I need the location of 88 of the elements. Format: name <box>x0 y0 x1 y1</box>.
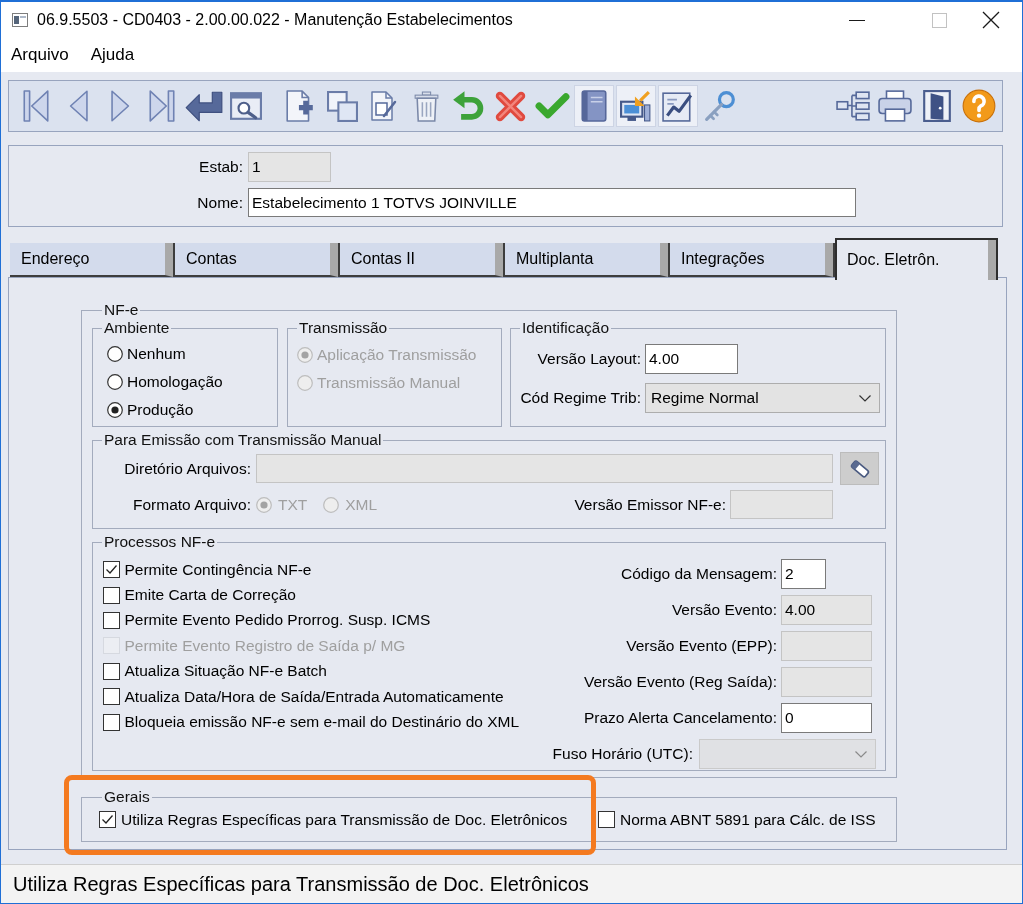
text-field[interactable]: 2 <box>781 559 826 589</box>
report-button[interactable] <box>658 85 698 127</box>
status-text: Utiliza Regras Específicas para Transmissão de Doc. Eletrônicos <box>13 872 589 896</box>
checkbox-label[interactable]: Permite Evento Pedido Prorrog. Susp. ICMS <box>124 611 431 630</box>
document-edit-icon <box>371 91 397 121</box>
field-label: Versão Evento: <box>670 601 777 619</box>
browse-button[interactable] <box>840 452 879 485</box>
checkbox-label[interactable]: Bloqueia emissão NF-e sem e-mail do Destinário do XML <box>124 713 520 732</box>
field-label: Prazo Alerta Cancelamento: <box>583 709 777 727</box>
return-arrow-icon <box>185 90 223 122</box>
text-field[interactable]: Estabelecimento 1 TOTVS JOINVILLE <box>248 188 856 217</box>
skip-to-start-icon <box>23 90 49 122</box>
field-label: Código da Mensagem: <box>620 565 777 583</box>
group-title: Transmissão <box>298 319 389 337</box>
document-plus-icon <box>286 90 314 122</box>
radio-button[interactable] <box>107 346 123 362</box>
group-title: NF-e <box>103 301 140 319</box>
group-title: Para Emissão com Transmissão Manual <box>103 431 383 449</box>
text-field[interactable]: 4.00 <box>645 344 738 374</box>
text-field[interactable]: 0 <box>781 703 872 733</box>
chart-document-icon <box>662 90 694 122</box>
field-label: Versão Evento (EPP): <box>625 637 777 655</box>
group-title: Gerais <box>103 788 151 806</box>
tab[interactable]: Multiplanta <box>505 243 668 277</box>
tab[interactable]: Doc. Eletrôn. <box>835 238 998 280</box>
chevron-down-icon <box>855 750 867 758</box>
radio-button[interactable] <box>107 402 123 418</box>
maximize-icon <box>931 12 947 28</box>
notebook-button[interactable] <box>574 85 614 127</box>
close-icon <box>982 11 1000 29</box>
field-label: Estab: <box>199 158 243 176</box>
chevron-down-icon <box>859 394 871 402</box>
hierarchy-icon <box>836 91 870 121</box>
checkbox[interactable] <box>102 561 120 579</box>
tab[interactable]: Endereço <box>10 243 173 277</box>
checkbox[interactable] <box>99 811 116 828</box>
tab[interactable]: Integrações <box>670 243 833 277</box>
window-title: 06.9.5503 - CD0403 - 2.00.00.022 - Manutenção Estabelecimentos <box>37 11 513 29</box>
field-label: Nome: <box>197 193 243 212</box>
field-label: Diretório Arquivos: <box>124 459 251 478</box>
checkbox-label[interactable]: Atualiza Situação NF-e Batch <box>124 662 327 681</box>
field-label: Formato Arquivo: <box>132 495 251 514</box>
triangle-left-icon <box>68 90 88 122</box>
undo-arrow-icon <box>451 90 485 122</box>
checkbox-label[interactable]: Emite Carta de Correção <box>124 586 296 605</box>
checkbox-label[interactable]: Atualiza Data/Hora de Saída/Entrada Automaticamente <box>124 687 504 706</box>
monitor-arrow-icon <box>620 90 652 122</box>
monitor-button[interactable] <box>616 85 656 127</box>
option-label[interactable]: Homologação <box>127 373 223 391</box>
trash-icon <box>413 90 439 122</box>
option-label[interactable]: Produção <box>127 401 194 419</box>
checkbox[interactable] <box>102 713 120 731</box>
door-icon <box>923 90 951 122</box>
radio-button[interactable] <box>107 374 123 390</box>
help-icon <box>962 89 996 123</box>
triangle-right-icon <box>110 90 130 122</box>
notebook-icon <box>581 90 607 122</box>
magnifier-window-icon <box>230 92 262 120</box>
printer-icon <box>878 90 912 122</box>
menu-item[interactable]: Arquivo <box>3 43 77 67</box>
tab[interactable]: Contas <box>175 243 338 277</box>
app-icon <box>12 13 28 27</box>
group-title: Identificação <box>521 319 611 337</box>
field-label: Cód Regime Trib: <box>520 389 641 407</box>
group-title: Processos NF-e <box>103 533 217 551</box>
checkbox[interactable] <box>102 688 120 706</box>
field-label: Fuso Horário (UTC): <box>551 745 693 763</box>
minimize-icon <box>849 19 865 21</box>
skip-to-end-icon <box>149 90 175 122</box>
checkbox[interactable] <box>102 611 120 629</box>
tab[interactable]: Contas II <box>340 243 503 277</box>
checkbox-label[interactable]: Utiliza Regras Específicas para Transmissão de Doc. Eletrônicos <box>121 810 568 829</box>
field-label: Versão Evento (Reg Saída): <box>583 673 777 691</box>
cross-icon <box>493 89 527 123</box>
copy-icon <box>326 90 358 122</box>
key-icon <box>704 90 736 122</box>
checkmark-icon <box>534 92 570 120</box>
checkbox-label[interactable]: Permite Contingência NF-e <box>124 560 312 579</box>
field-label: Versão Emissor NF-e: <box>574 495 726 514</box>
checkbox[interactable] <box>598 811 615 828</box>
dropdown[interactable]: Regime Normal <box>645 383 880 413</box>
field-label: Versão Layout: <box>537 350 641 368</box>
menu-item[interactable]: Ajuda <box>82 43 143 67</box>
checkbox-label[interactable]: Norma ABNT 5891 para Cálc. de ISS <box>620 810 876 829</box>
checkbox[interactable] <box>102 586 120 604</box>
checkbox[interactable] <box>102 662 120 680</box>
group-title: Ambiente <box>103 319 171 337</box>
option-label[interactable]: Nenhum <box>127 345 186 363</box>
